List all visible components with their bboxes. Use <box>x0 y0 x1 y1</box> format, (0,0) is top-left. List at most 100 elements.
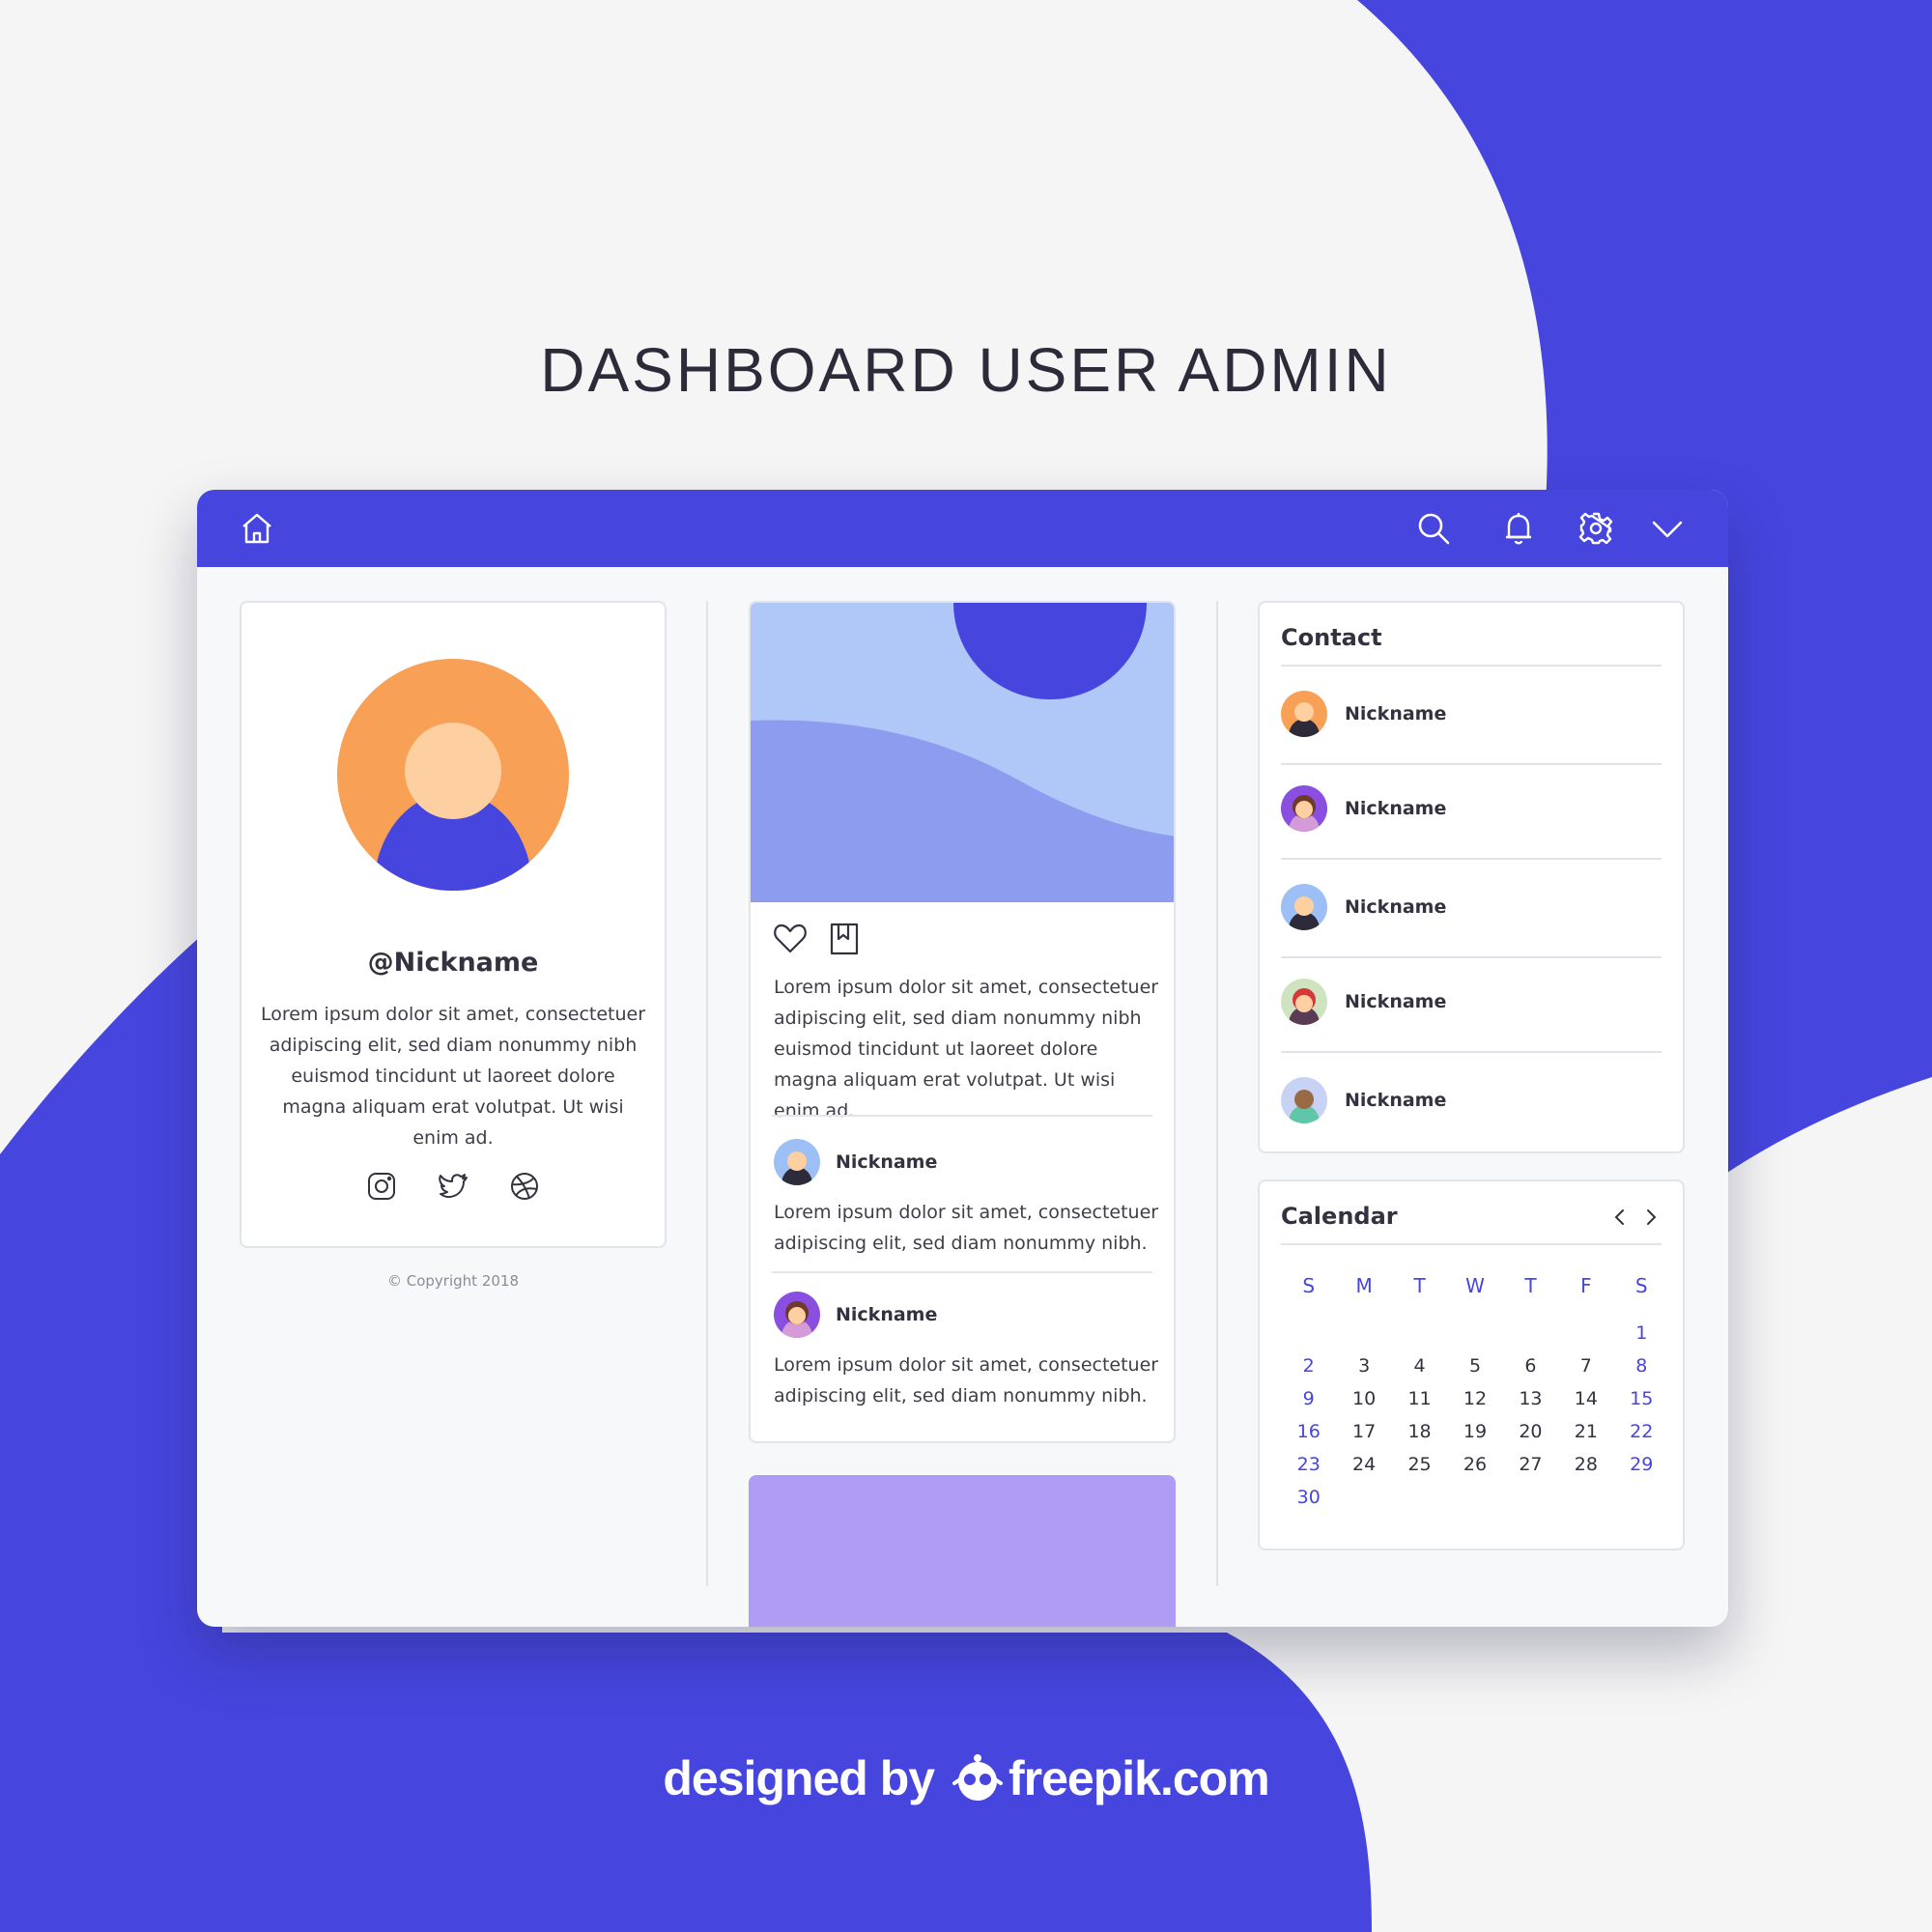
divider <box>772 1271 1152 1273</box>
calendar-day[interactable]: 22 <box>1614 1421 1669 1454</box>
calendar-day[interactable]: 26 <box>1447 1454 1502 1487</box>
copyright: © Copyright 2018 <box>386 1272 519 1290</box>
calendar-empty-cell <box>1558 1487 1613 1520</box>
contact-item[interactable]: Nickname <box>1281 954 1662 1049</box>
calendar-day[interactable]: 11 <box>1392 1388 1447 1421</box>
heart-icon[interactable] <box>772 920 809 956</box>
contact-name: Nickname <box>1345 798 1447 819</box>
chevron-right-icon[interactable] <box>1642 1207 1660 1228</box>
avatar <box>1281 884 1327 930</box>
calendar-empty-cell <box>1558 1322 1613 1355</box>
calendar-empty-cell <box>1447 1322 1502 1355</box>
calendar-empty-cell <box>1503 1487 1558 1520</box>
contact-item[interactable]: Nickname <box>1281 667 1662 761</box>
page-title: DASHBOARD USER ADMIN <box>540 335 1392 405</box>
calendar-day[interactable]: 7 <box>1558 1355 1613 1388</box>
calendar-day[interactable]: 4 <box>1392 1355 1447 1388</box>
avatar <box>1281 691 1327 737</box>
avatar <box>1281 979 1327 1025</box>
contact-item[interactable]: Nickname <box>1281 761 1662 856</box>
calendar-day[interactable]: 28 <box>1558 1454 1613 1487</box>
contact-name: Nickname <box>1345 703 1447 724</box>
calendar-day[interactable]: 16 <box>1281 1421 1336 1454</box>
calendar-day[interactable]: 21 <box>1558 1421 1613 1454</box>
avatar <box>1281 785 1327 832</box>
avatar <box>1281 1077 1327 1123</box>
calendar-title: Calendar <box>1281 1203 1398 1230</box>
calendar-day[interactable]: 14 <box>1558 1388 1613 1421</box>
calendar-day[interactable]: 8 <box>1614 1355 1669 1388</box>
calendar-day[interactable]: 25 <box>1392 1454 1447 1487</box>
calendar-nav <box>1611 1207 1660 1228</box>
twitter-icon[interactable] <box>437 1170 469 1203</box>
avatar[interactable] <box>774 1292 820 1338</box>
calendar-empty-cell <box>1392 1487 1447 1520</box>
calendar-day[interactable]: 1 <box>1614 1322 1669 1355</box>
contact-card: Contact Nickname Nickname Nickname Nickn… <box>1258 601 1685 1153</box>
chevron-down-icon[interactable] <box>1646 507 1689 550</box>
calendar-day[interactable]: 13 <box>1503 1388 1558 1421</box>
contact-name: Nickname <box>1345 896 1447 918</box>
contact-item[interactable]: Nickname <box>1281 1053 1662 1148</box>
post-card-preview[interactable] <box>749 1475 1176 1627</box>
calendar-day[interactable]: 23 <box>1281 1454 1336 1487</box>
profile-nickname: @Nickname <box>367 948 539 978</box>
top-bar <box>197 490 1728 567</box>
calendar-day[interactable]: 5 <box>1447 1355 1502 1388</box>
dashboard-window: @Nickname Lorem ipsum dolor sit amet, co… <box>197 490 1728 1627</box>
chevron-left-icon[interactable] <box>1611 1207 1629 1228</box>
calendar-day[interactable]: 12 <box>1447 1388 1502 1421</box>
comment: Nickname Lorem ipsum dolor sit amet, con… <box>774 1139 1160 1259</box>
avatar <box>337 659 569 891</box>
calendar-day[interactable]: 15 <box>1614 1388 1669 1421</box>
calendar-day[interactable]: 18 <box>1392 1421 1447 1454</box>
post-text: Lorem ipsum dolor sit amet, consectetuer… <box>774 977 1159 1122</box>
weekday-label: W <box>1465 1274 1485 1297</box>
calendar-day[interactable]: 10 <box>1336 1388 1391 1421</box>
post-card: Lorem ipsum dolor sit amet, consectetuer… <box>749 601 1176 1443</box>
contact-item[interactable]: Nickname <box>1281 860 1662 954</box>
column-divider <box>706 601 708 1586</box>
dribbble-icon[interactable] <box>508 1170 541 1203</box>
bookmark-icon[interactable] <box>826 920 863 956</box>
home-icon[interactable] <box>236 507 278 550</box>
avatar[interactable] <box>774 1139 820 1185</box>
credit-brand: freepik.com <box>1008 1751 1270 1805</box>
calendar-day[interactable]: 3 <box>1336 1355 1391 1388</box>
calendar-day[interactable]: 20 <box>1503 1421 1558 1454</box>
calendar-empty-cell <box>1614 1487 1669 1520</box>
calendar-day[interactable]: 24 <box>1336 1454 1391 1487</box>
instagram-icon[interactable] <box>365 1170 398 1203</box>
calendar-day[interactable]: 27 <box>1503 1454 1558 1487</box>
column-divider <box>1216 601 1218 1586</box>
calendar-day[interactable]: 19 <box>1447 1421 1502 1454</box>
profile-card: @Nickname Lorem ipsum dolor sit amet, co… <box>240 601 667 1248</box>
calendar-empty-cell <box>1503 1322 1558 1355</box>
contact-name: Nickname <box>1345 1090 1447 1111</box>
calendar-day[interactable]: 9 <box>1281 1388 1336 1421</box>
bell-icon[interactable] <box>1497 507 1540 550</box>
post-image[interactable] <box>751 603 1174 902</box>
comment-author[interactable]: Nickname <box>836 1151 937 1173</box>
divider <box>1281 1243 1662 1245</box>
contact-title: Contact <box>1281 624 1382 651</box>
calendar-empty-cell <box>1336 1322 1391 1355</box>
calendar-empty-cell <box>1392 1322 1447 1355</box>
contact-name: Nickname <box>1345 991 1447 1012</box>
social-links <box>242 1170 665 1203</box>
calendar-day[interactable]: 17 <box>1336 1421 1391 1454</box>
divider <box>772 1115 1152 1117</box>
calendar-day[interactable]: 6 <box>1503 1355 1558 1388</box>
profile-bio: Lorem ipsum dolor sit amet, consectetuer… <box>260 1004 646 1149</box>
weekday-label: S <box>1302 1274 1316 1297</box>
calendar-day[interactable]: 29 <box>1614 1454 1669 1487</box>
post-actions <box>772 920 863 956</box>
gear-icon[interactable] <box>1575 507 1617 550</box>
calendar-day[interactable]: 2 <box>1281 1355 1336 1388</box>
comment: Nickname Lorem ipsum dolor sit amet, con… <box>774 1292 1160 1411</box>
comment-text: Lorem ipsum dolor sit amet, consectetuer… <box>774 1202 1159 1254</box>
search-icon[interactable] <box>1412 507 1455 550</box>
calendar-day[interactable]: 30 <box>1281 1487 1336 1520</box>
calendar-card: Calendar S M T W T F S 1 2 3 4 5 6 7 8 9 10 11 12 13 14 15 16 1… <box>1258 1179 1685 1550</box>
comment-author[interactable]: Nickname <box>836 1304 937 1325</box>
